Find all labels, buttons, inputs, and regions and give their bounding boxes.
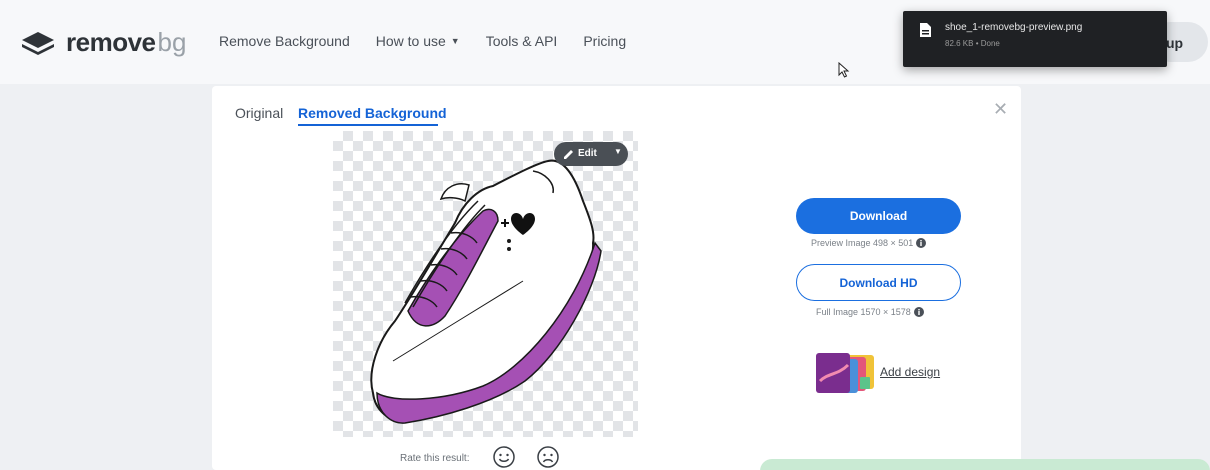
edit-button[interactable]: Edit ▼ [554, 142, 628, 166]
preview-image-meta: Preview Image 498 × 501 [811, 238, 927, 248]
logo-text-light: bg [157, 27, 187, 57]
nav-pricing[interactable]: Pricing [583, 33, 626, 49]
file-icon [920, 23, 931, 37]
download-filename: shoe_1-removebg-preview.png [945, 22, 1083, 33]
sneaker-image [370, 159, 602, 424]
info-icon[interactable] [916, 238, 927, 248]
logo-layers-icon [22, 31, 54, 55]
full-image-meta: Full Image 1570 × 1578 [816, 307, 924, 317]
download-button[interactable]: Download [796, 198, 961, 234]
edit-label: Edit [578, 148, 597, 159]
mouse-cursor-icon [838, 62, 850, 78]
pencil-icon [564, 150, 573, 159]
nav-label: Remove Background [219, 33, 350, 49]
tab-original[interactable]: Original [235, 105, 283, 121]
nav-label: Pricing [583, 33, 627, 49]
sad-face-icon[interactable] [536, 445, 560, 469]
nav-label: Tools & API [485, 33, 558, 49]
bottom-notification-edge [760, 459, 1210, 470]
info-icon[interactable] [913, 307, 924, 317]
chevron-down-icon[interactable]: ▼ [614, 147, 622, 156]
logo-text-bold: remove [66, 27, 156, 57]
active-tab-indicator [298, 124, 438, 126]
preview-image-size: Preview Image 498 × 501 [811, 238, 914, 248]
nav-tools-api[interactable]: Tools & API [486, 33, 558, 49]
result-preview-image [333, 131, 638, 437]
browser-download-popup[interactable]: shoe_1-removebg-preview.png 82.6 KB • Do… [903, 11, 1167, 67]
close-icon[interactable]: ✕ [993, 99, 1008, 120]
add-design-link[interactable]: Add design [880, 365, 940, 379]
design-templates-icon[interactable] [814, 351, 878, 395]
nav-remove-background[interactable]: Remove Background [219, 33, 350, 49]
nav-label: How to use [375, 33, 446, 49]
removebg-logo[interactable]: remove bg [20, 27, 186, 58]
result-card: Original Removed Background ✕ Edit ▼ Dow… [212, 86, 1021, 470]
nav-how-to-use[interactable]: How to use ▼ [376, 33, 460, 49]
rate-result-label: Rate this result: [400, 453, 470, 464]
main-nav: Remove Background How to use ▼ Tools & AP… [219, 33, 626, 49]
download-hd-button[interactable]: Download HD [796, 264, 961, 301]
full-image-size: Full Image 1570 × 1578 [816, 307, 911, 317]
tab-removed-background[interactable]: Removed Background [298, 105, 447, 121]
download-meta: 82.6 KB • Done [945, 39, 1000, 48]
happy-face-icon[interactable] [492, 445, 516, 469]
chevron-down-icon: ▼ [450, 36, 460, 46]
